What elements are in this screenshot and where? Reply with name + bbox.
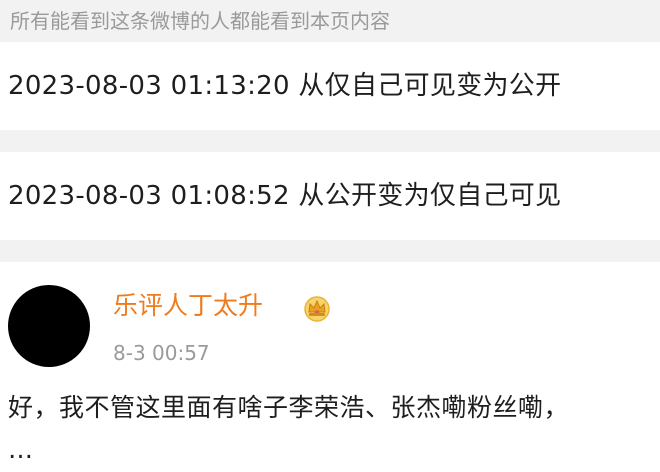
- visibility-log-text: 2023-08-03 01:08:52 从公开变为仅自己可见: [8, 181, 562, 211]
- comment-timestamp: 8-3 00:57: [113, 341, 210, 365]
- visibility-notice-banner: 所有能看到这条微博的人都能看到本页内容: [0, 0, 660, 42]
- visibility-notice-text: 所有能看到这条微博的人都能看到本页内容: [10, 9, 390, 33]
- crown-badge-icon: [303, 294, 331, 322]
- username-link[interactable]: 乐评人丁太升: [113, 288, 263, 324]
- comment-text-continued: …: [8, 435, 33, 464]
- visibility-log-text: 2023-08-03 01:13:20 从仅自己可见变为公开: [8, 71, 562, 101]
- comment-text: 好，我不管这里面有啥子李荣浩、张杰嘞粉丝嘞，: [8, 393, 570, 422]
- divider: [0, 130, 660, 152]
- visibility-log-entry: 2023-08-03 01:08:52 从公开变为仅自己可见: [0, 152, 660, 240]
- visibility-log-entry: 2023-08-03 01:13:20 从仅自己可见变为公开: [0, 42, 660, 130]
- divider: [0, 240, 660, 262]
- avatar[interactable]: [8, 285, 90, 367]
